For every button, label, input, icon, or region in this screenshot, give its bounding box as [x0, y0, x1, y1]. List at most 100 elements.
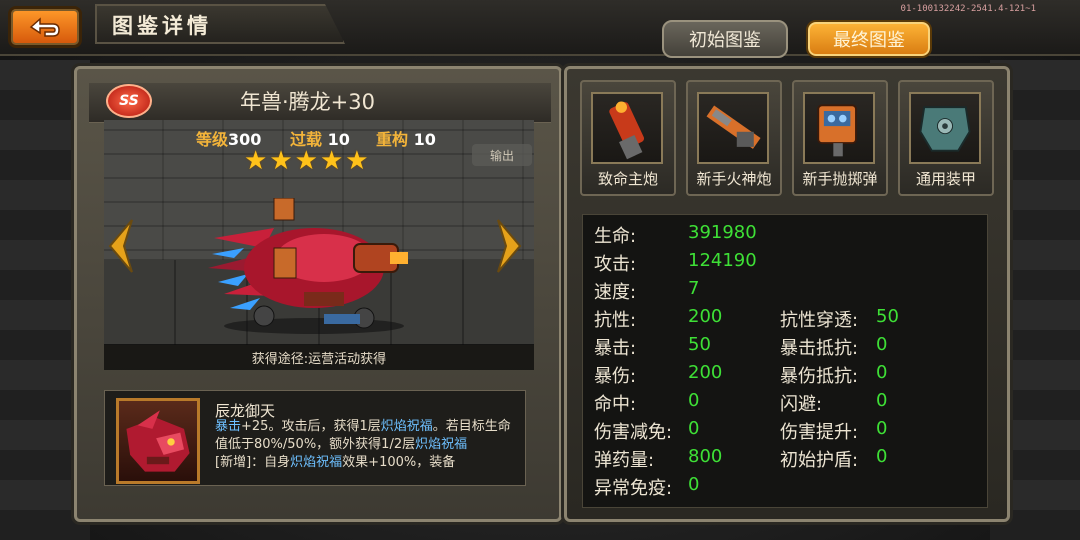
- stat-hit: 命中:: [594, 390, 636, 416]
- stat-label: 攻击:: [594, 254, 637, 275]
- skill-desc-keyword: 炽焰祝福: [415, 437, 468, 452]
- skill-desc-keyword: 暴击: [215, 419, 242, 434]
- stat-value: 200: [688, 306, 723, 327]
- grenade-launcher-icon: [803, 92, 875, 164]
- equipment-slot-3[interactable]: 新手抛掷弹: [792, 80, 888, 196]
- stat-value: 0: [876, 334, 888, 355]
- star-icon: ★: [269, 146, 293, 176]
- stat-speed: 速度:: [594, 278, 636, 304]
- skill-dragon-icon[interactable]: [116, 398, 200, 484]
- equipment-label: 新手抛掷弹: [802, 170, 878, 188]
- stat-resist-penetration-value: 50: [876, 306, 899, 327]
- page-title: 图鉴详情: [112, 14, 212, 38]
- skill-dragon-art: [126, 410, 190, 472]
- stat-value: 0: [876, 446, 888, 467]
- stat-label: 暴击:: [594, 338, 637, 359]
- stat-resistance-value: 200: [688, 306, 722, 327]
- stat-label: 伤害提升:: [780, 422, 859, 443]
- stat-resist-penetration: 抗性穿透:: [780, 306, 858, 332]
- stat-label: 暴击抵抗:: [780, 338, 859, 359]
- stat-value: 200: [688, 362, 723, 383]
- stat-hp: 生命:: [594, 222, 636, 248]
- stat-crit-resist-value: 0: [876, 334, 887, 355]
- stat-value: 800: [688, 446, 723, 467]
- back-button[interactable]: [8, 6, 82, 48]
- stat-damage-reduction: 伤害减免:: [594, 418, 672, 444]
- skill-desc-keyword: 炽焰祝福: [290, 455, 343, 470]
- stat-value: 0: [876, 362, 888, 383]
- stat-crit: 暴击:: [594, 334, 636, 360]
- next-unit-arrow-icon[interactable]: [494, 218, 524, 274]
- grenade-launcher-art: [817, 104, 857, 157]
- star-icon: ★: [244, 146, 268, 176]
- stat-resistance: 抗性:: [594, 306, 636, 332]
- equipment-slot-1[interactable]: 致命主炮: [580, 80, 676, 196]
- rebuild-label: 重构: [376, 130, 409, 149]
- stat-value: 0: [688, 474, 700, 495]
- stat-label: 异常免疫:: [594, 478, 673, 499]
- armor-art: [919, 106, 971, 152]
- stat-damage-boost: 伤害提升:: [780, 418, 858, 444]
- back-arrow-icon: [29, 17, 60, 37]
- level-label: 等级: [196, 130, 229, 149]
- stat-label: 抗性:: [594, 310, 637, 331]
- stat-value: 124190: [688, 250, 757, 271]
- stat-dodge: 闪避:: [780, 390, 822, 416]
- gatling-art: [706, 105, 761, 149]
- stat-value: 50: [876, 306, 899, 327]
- stat-value: 0: [688, 418, 700, 439]
- star-icon: ★: [294, 146, 318, 176]
- role-tag: 输出: [472, 144, 532, 166]
- stat-damage-boost-value: 0: [876, 418, 887, 439]
- stat-crit-damage-resist: 暴伤抵抗:: [780, 362, 858, 388]
- star-rating: ★ ★ ★ ★ ★: [244, 148, 369, 174]
- stat-value: 0: [876, 390, 888, 411]
- equipment-slot-2[interactable]: 新手火神炮: [686, 80, 782, 196]
- stat-label: 暴伤:: [594, 366, 637, 387]
- rank-badge: SS: [106, 84, 152, 118]
- stat-value: 0: [688, 390, 700, 411]
- dragon-mech-image: [208, 198, 408, 334]
- stat-crit-resist: 暴击抵抗:: [780, 334, 858, 360]
- stat-label: 暴伤抵抗:: [780, 366, 859, 387]
- stat-attack-value: 124190: [688, 250, 757, 271]
- armor-icon: [909, 92, 981, 164]
- skill-desc-keyword: 炽焰祝福: [380, 419, 433, 434]
- cannon-icon: [591, 92, 663, 164]
- stat-label: 命中:: [594, 394, 637, 415]
- stat-value: 7: [688, 278, 700, 299]
- tab-initial-codex[interactable]: 初始图鉴: [662, 20, 788, 58]
- stat-attack: 攻击:: [594, 250, 636, 276]
- stat-label: 初始护盾:: [780, 450, 859, 471]
- stat-initial-shield-value: 0: [876, 446, 887, 467]
- star-icon: ★: [319, 146, 344, 176]
- tab-final-codex[interactable]: 最终图鉴: [806, 20, 932, 58]
- stat-ammo-value: 800: [688, 446, 722, 467]
- prev-unit-arrow-icon[interactable]: [106, 218, 136, 274]
- stat-dodge-value: 0: [876, 390, 887, 411]
- stat-label: 抗性穿透:: [780, 310, 859, 331]
- equipment-label: 致命主炮: [597, 170, 658, 188]
- gatling-icon: [697, 92, 769, 164]
- stat-value: 0: [876, 418, 888, 439]
- stat-crit-damage-resist-value: 0: [876, 362, 887, 383]
- rebuild-value: 10: [413, 130, 436, 149]
- stat-ammo: 弹药量:: [594, 446, 654, 472]
- cannon-art: [609, 101, 645, 160]
- stat-damage-reduction-value: 0: [688, 418, 699, 439]
- stat-value: 391980: [688, 222, 757, 243]
- stat-hit-value: 0: [688, 390, 699, 411]
- stat-value: 50: [688, 334, 711, 355]
- stat-label: 闪避:: [780, 394, 823, 415]
- star-icon: ★: [345, 146, 369, 176]
- skill-desc-text: [新增]：自身: [215, 455, 291, 470]
- equipment-slot-4[interactable]: 通用装甲: [898, 80, 994, 196]
- obtain-source-text: 获得途径:运营活动获得: [104, 344, 534, 370]
- stat-crit-damage: 暴伤:: [594, 362, 636, 388]
- unit-name: 年兽·腾龙+30: [240, 90, 375, 114]
- stat-label: 生命:: [594, 226, 637, 247]
- stat-hp-value: 391980: [688, 222, 757, 243]
- equipment-label: 新手火神炮: [696, 170, 772, 188]
- stat-initial-shield: 初始护盾:: [780, 446, 858, 472]
- stat-status-immunity: 异常免疫:: [594, 474, 672, 500]
